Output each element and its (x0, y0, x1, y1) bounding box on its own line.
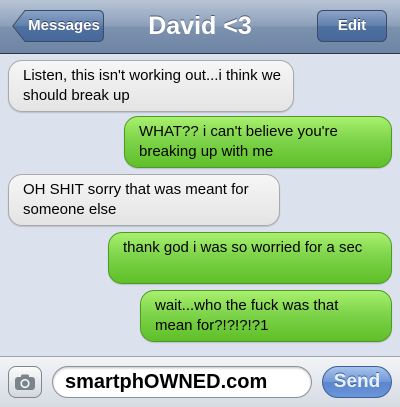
message-thread: Listen, this isn't working out...i think… (0, 54, 400, 350)
message-bubble-incoming: OH SHIT sorry that was meant for someone… (8, 174, 280, 226)
message-text: OH SHIT sorry that was meant for someone… (23, 181, 249, 218)
message-input[interactable]: smartphOWNED.com (52, 366, 312, 398)
message-text: wait...who the fuck was that mean for?!?… (155, 297, 339, 334)
message-bubble-outgoing: WHAT?? i can't believe you're breaking u… (124, 116, 392, 168)
message-text: Listen, this isn't working out...i think… (23, 67, 281, 104)
camera-button[interactable] (8, 366, 42, 398)
message-text: WHAT?? i can't believe you're breaking u… (139, 123, 338, 160)
compose-bar: smartphOWNED.com Send (0, 356, 400, 407)
send-button[interactable]: Send (322, 366, 392, 398)
edit-button[interactable]: Edit (317, 10, 387, 42)
message-text: thank god i was so worried for a sec (123, 239, 363, 256)
camera-icon (15, 374, 35, 390)
message-bubble-incoming: Listen, this isn't working out...i think… (8, 60, 294, 112)
message-bubble-outgoing: wait...who the fuck was that mean for?!?… (140, 290, 392, 342)
message-bubble-outgoing: thank god i was so worried for a sec (108, 232, 392, 284)
navigation-bar: Messages David <3 Edit (0, 0, 400, 54)
